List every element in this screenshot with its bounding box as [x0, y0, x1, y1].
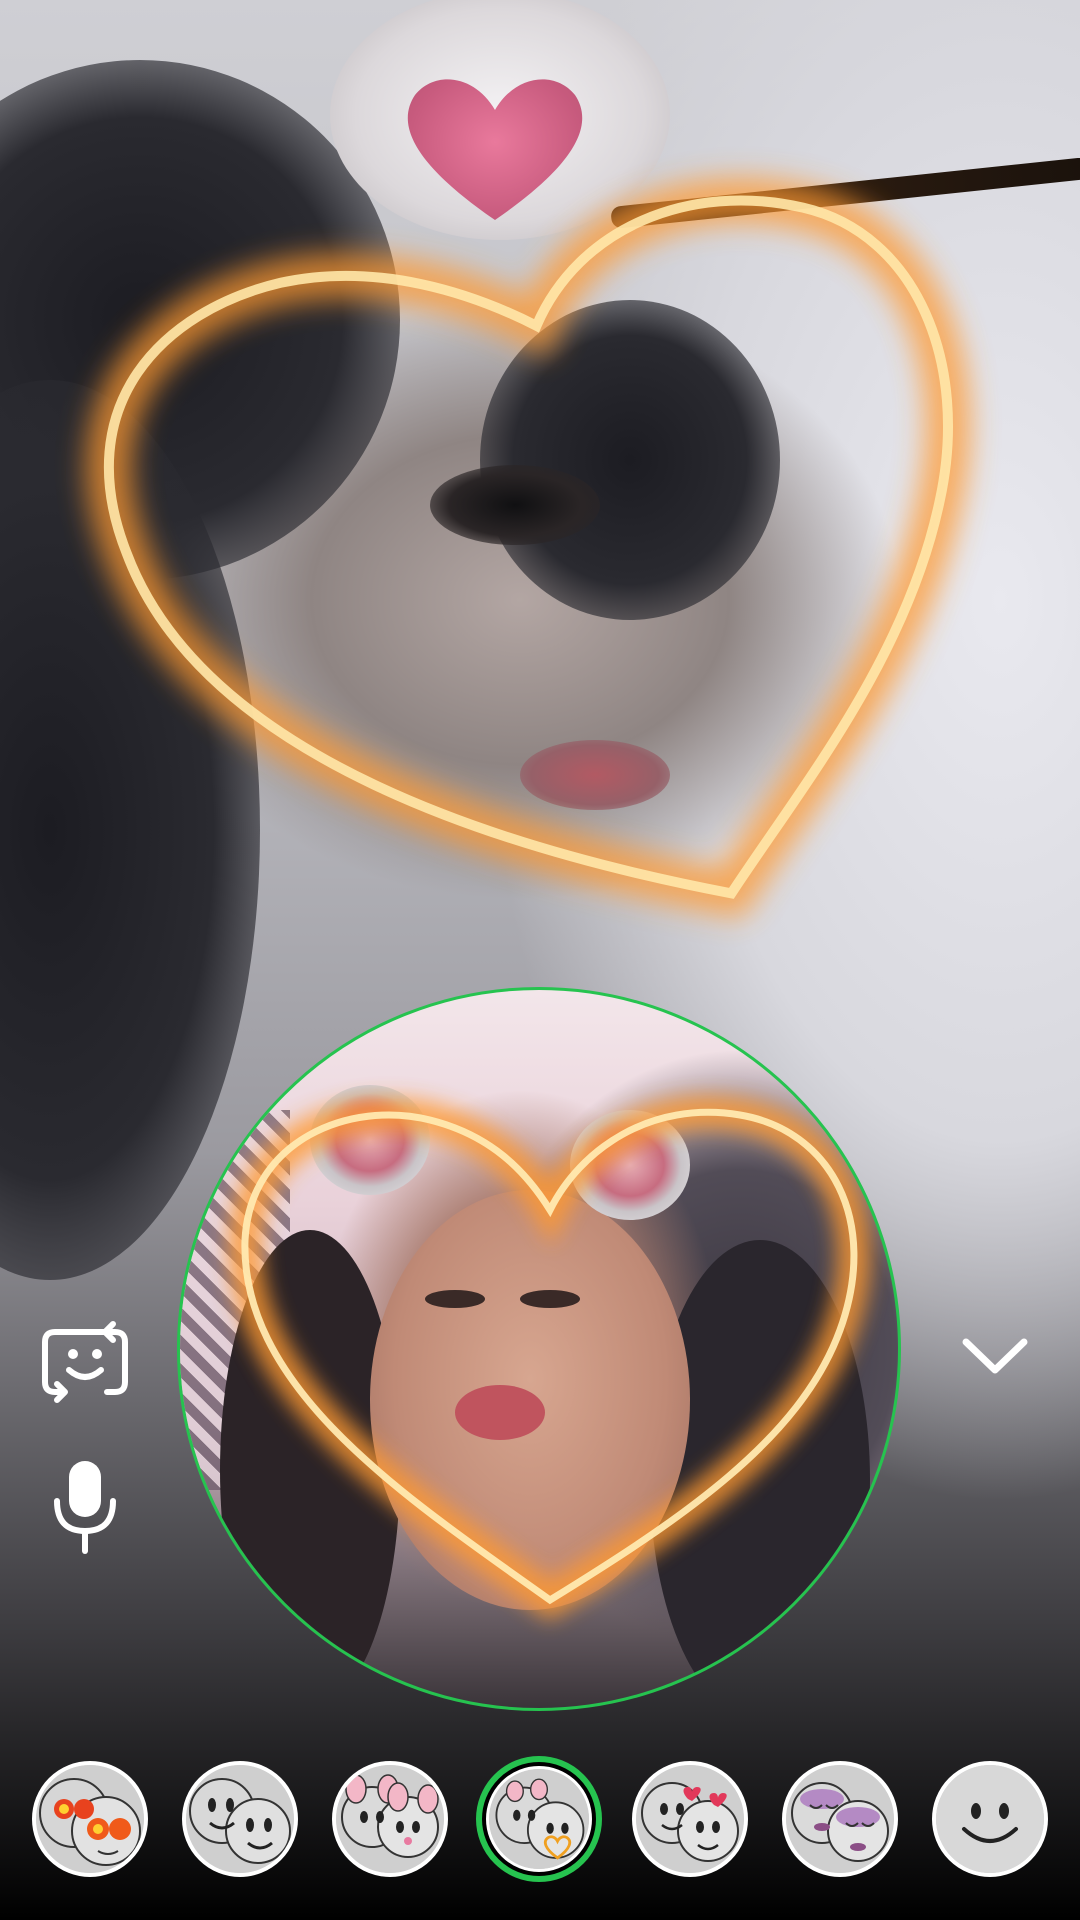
smile-face-icon	[936, 1765, 1044, 1873]
collapse-button[interactable]	[955, 1320, 1035, 1390]
lens-item[interactable]	[32, 1761, 148, 1877]
microphone-button[interactable]	[40, 1450, 130, 1560]
lens-preview-circle[interactable]	[177, 987, 901, 1711]
flip-camera-button[interactable]	[35, 1312, 135, 1412]
lens-thumbnail	[336, 1765, 444, 1873]
lens-thumbnail	[786, 1765, 894, 1873]
microphone-icon	[54, 1461, 116, 1554]
lens-item[interactable]	[182, 1761, 298, 1877]
lens-item[interactable]	[782, 1761, 898, 1877]
lens-item[interactable]	[632, 1761, 748, 1877]
heart-cheeks-faces-icon	[641, 1782, 739, 1862]
lens-thumbnail	[36, 1765, 144, 1873]
lens-thumbnail	[186, 1765, 294, 1873]
sunglasses-faces-icon	[39, 1778, 141, 1866]
lens-thumbnail	[486, 1766, 592, 1872]
puppy-ears-faces-icon	[341, 1774, 439, 1858]
lens-item-selected[interactable]	[476, 1756, 602, 1882]
lens-item[interactable]	[932, 1761, 1048, 1877]
lens-item[interactable]	[332, 1761, 448, 1877]
chevron-down-icon	[962, 1338, 1028, 1374]
purple-makeup-faces-icon	[791, 1782, 889, 1862]
heart-glow-effect	[227, 1095, 871, 1621]
face-flip-icon	[42, 1321, 128, 1403]
lens-thumbnail	[936, 1765, 1044, 1873]
smiley-faces-icon	[189, 1778, 291, 1864]
heart-glow-faces-icon	[489, 1769, 589, 1869]
lens-thumbnail	[636, 1765, 744, 1873]
lens-carousel[interactable]	[0, 1740, 1080, 1900]
